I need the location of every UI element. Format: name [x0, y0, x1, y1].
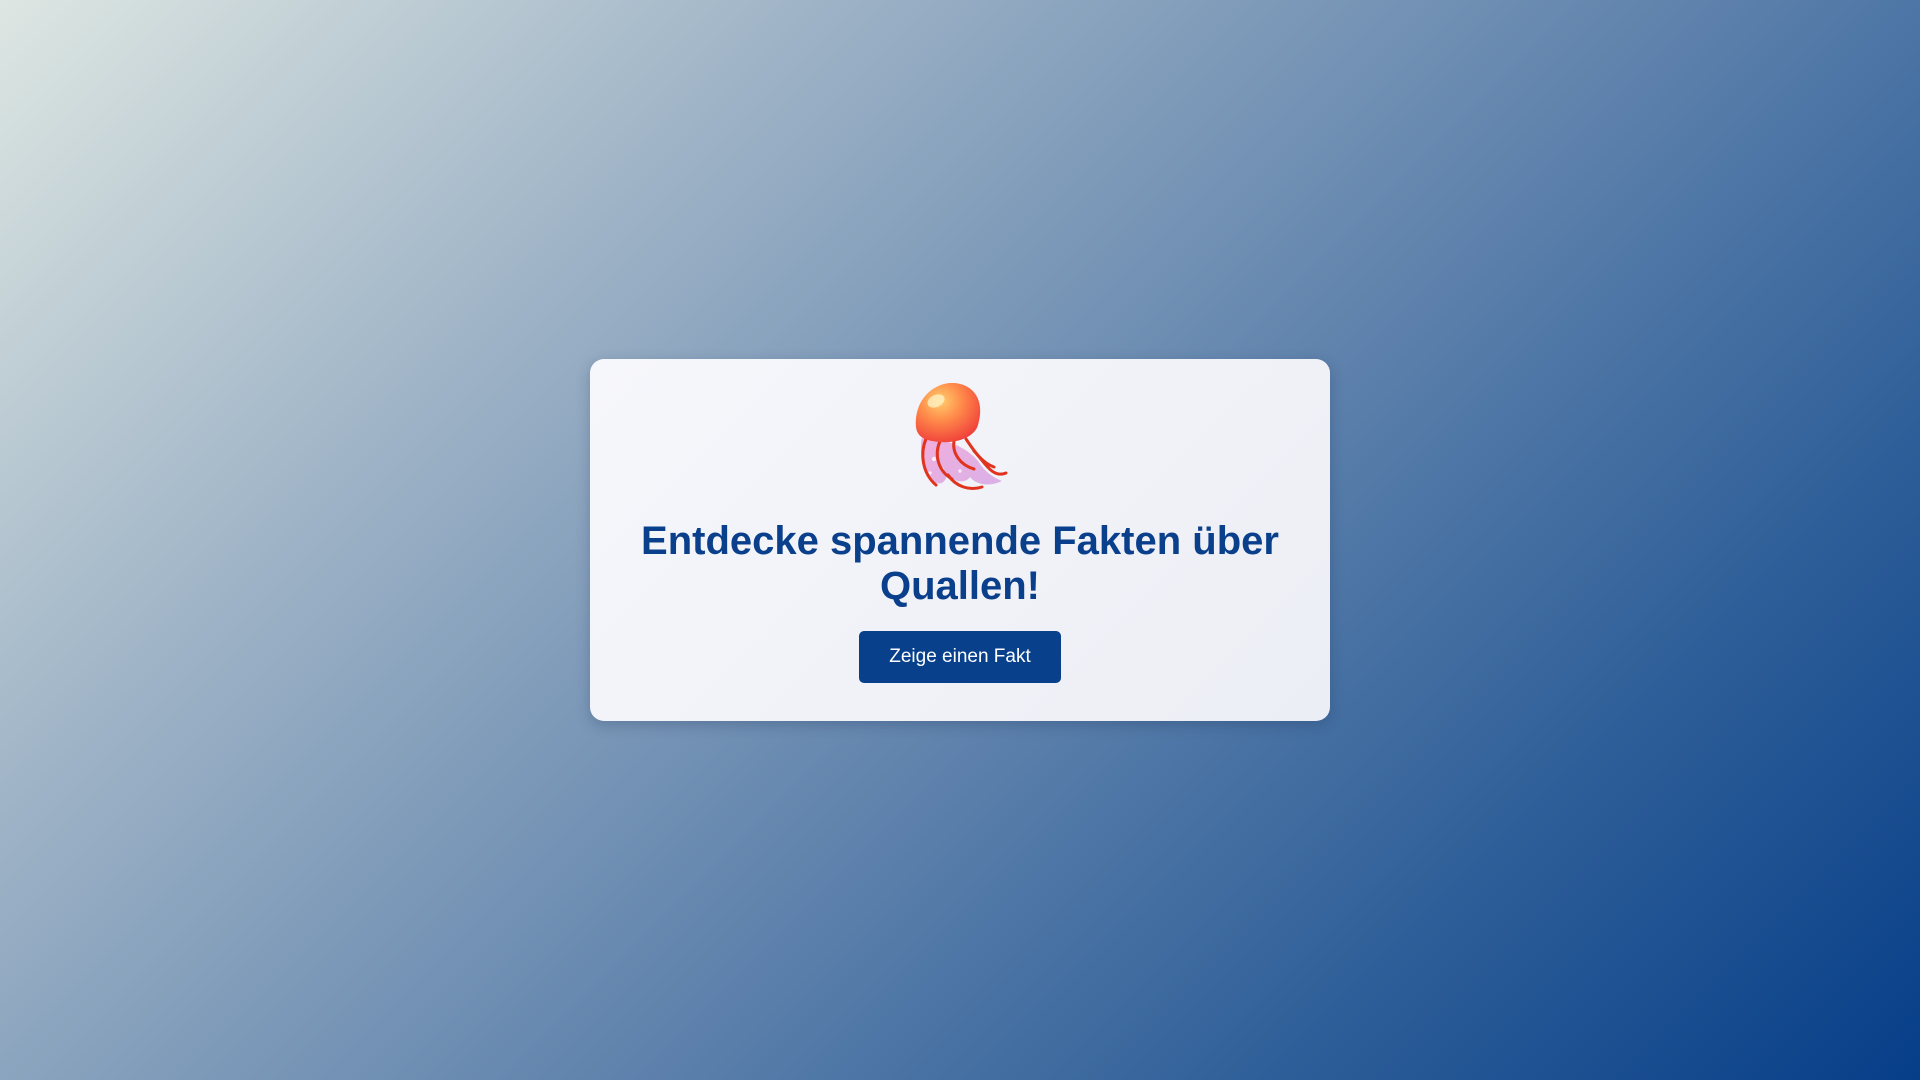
show-fact-button[interactable]: Zeige einen Fakt	[859, 631, 1061, 683]
page-title: Entdecke spannende Fakten über Quallen!	[641, 519, 1279, 608]
jellyfish-icon	[912, 381, 1008, 493]
fact-card: Entdecke spannende Fakten über Quallen! …	[590, 359, 1330, 721]
